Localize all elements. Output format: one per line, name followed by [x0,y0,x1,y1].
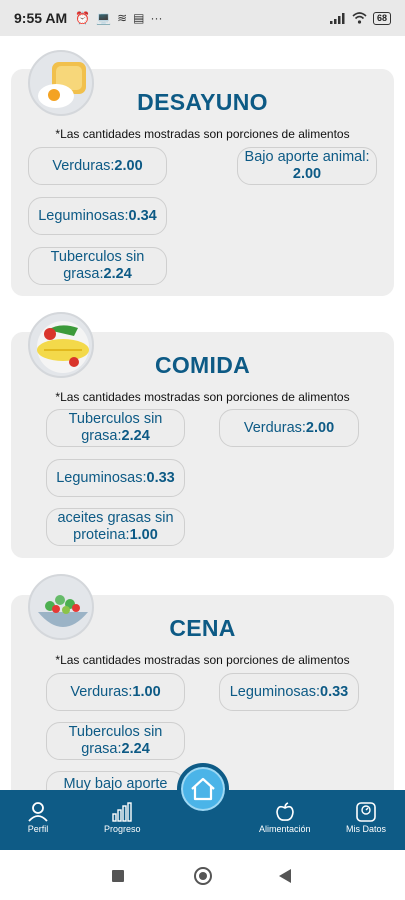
nav-mis-datos[interactable]: Mis Datos [346,802,386,834]
nav-progreso[interactable]: Progreso [104,802,141,834]
nav-label: Mis Datos [346,824,387,834]
card-note: *Las cantidades mostradas son porciones … [55,127,350,141]
portion-pill: Verduras: 2.00 [219,409,359,447]
portion-pill: Leguminosas: 0.34 [28,197,167,235]
nav-label: Alimentación [259,824,311,834]
laptop-icon: 💻 [96,11,112,25]
status-icons: ⏰ 💻 ≋ ▤ ··· [75,11,162,25]
breakfast-icon [28,50,94,116]
portion-pill: Tuberculos sin grasa:2.24 [46,722,185,760]
portion-pill: Tuberculos sin grasa:2.24 [28,247,167,285]
portion-pill: Leguminosas: 0.33 [46,459,185,497]
portion-pill: Tuberculos sin grasa:2.24 [46,409,185,447]
portion-pill: Leguminosas: 0.33 [219,673,359,711]
signal-boost-icon: ≋ [117,11,128,25]
nav-label: Perfil [27,824,49,834]
person-icon [28,802,48,822]
nav-alimentacion[interactable]: Alimentación [259,802,311,834]
recents-button[interactable] [112,870,124,882]
apple-icon [275,802,294,821]
card-note: *Las cantidades mostradas son porciones … [55,390,350,404]
portion-pill: aceites grasas sin proteina:1.00 [46,508,185,546]
dinner-icon [28,574,94,640]
scale-icon [356,802,376,822]
nav-label: Progreso [104,824,141,834]
home-button[interactable] [177,763,229,815]
more-icon: ··· [150,11,163,25]
cell-signal-icon [329,12,345,24]
portion-pill: Muy bajo aporte [46,771,185,790]
status-bar: 9:55 AM ⏰ 💻 ≋ ▤ ··· 68 [0,0,405,36]
system-nav-bar [0,850,405,900]
nav-perfil[interactable]: Perfil [27,802,49,834]
portion-pill: Verduras: 1.00 [46,673,185,711]
home-system-button[interactable] [194,867,212,885]
back-button[interactable] [279,869,291,883]
card-note: *Las cantidades mostradas son porciones … [55,653,350,667]
wifi-icon [352,12,367,24]
bar-chart-icon [112,802,132,822]
status-time: 9:55 AM [14,10,68,26]
status-right: 68 [329,11,391,25]
meal-list[interactable]: DESAYUNO *Las cantidades mostradas son p… [0,36,405,790]
portion-pill: Bajo aporte animal: 2.00 [237,147,377,185]
calendar-icon: ▤ [133,11,145,25]
battery-icon: 68 [372,11,391,25]
lunch-icon [28,312,94,378]
portion-pill: Verduras: 2.00 [28,147,167,185]
home-icon [191,777,215,801]
alarm-icon: ⏰ [75,11,91,25]
